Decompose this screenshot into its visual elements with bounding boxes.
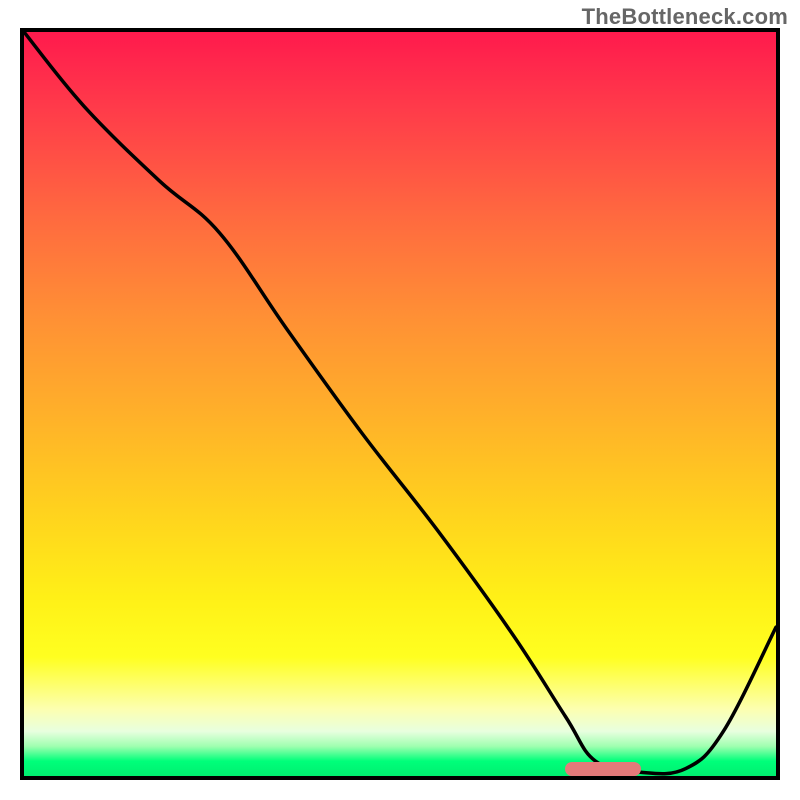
bottleneck-curve — [24, 32, 776, 776]
chart-frame: TheBottleneck.com — [0, 0, 800, 800]
optimal-range-marker — [565, 762, 640, 776]
watermark-text: TheBottleneck.com — [582, 4, 788, 30]
plot-area — [20, 28, 780, 780]
